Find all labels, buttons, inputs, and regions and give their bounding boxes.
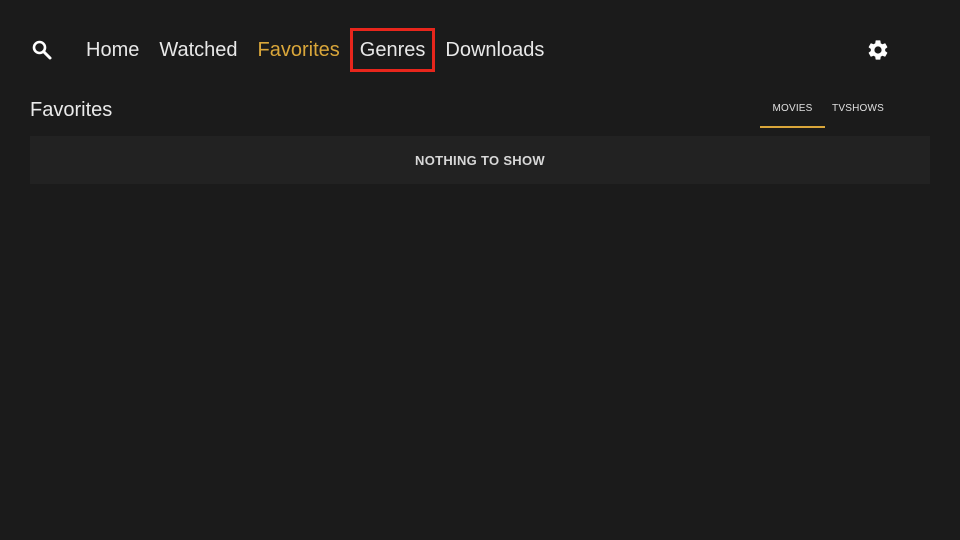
nav-item-watched[interactable]: Watched xyxy=(149,32,247,68)
search-button[interactable] xyxy=(30,38,54,62)
empty-state-panel: NOTHING TO SHOW xyxy=(30,136,930,184)
content-type-tabs: MOVIES TVSHOWS xyxy=(760,95,891,128)
top-navigation-bar: Home Watched Favorites Genres Downloads xyxy=(0,0,960,100)
nav-item-home[interactable]: Home xyxy=(76,32,149,68)
gear-icon xyxy=(868,40,888,60)
tab-tvshows[interactable]: TVSHOWS xyxy=(825,95,891,128)
nav-item-downloads[interactable]: Downloads xyxy=(435,32,554,68)
nav-item-favorites[interactable]: Favorites xyxy=(248,32,350,68)
search-icon xyxy=(32,40,52,60)
main-nav: Home Watched Favorites Genres Downloads xyxy=(76,28,554,72)
tab-movies[interactable]: MOVIES xyxy=(760,95,825,128)
page-title: Favorites xyxy=(30,99,113,121)
settings-button[interactable] xyxy=(866,38,890,62)
nav-item-genres[interactable]: Genres xyxy=(349,28,436,72)
empty-state-message: NOTHING TO SHOW xyxy=(415,152,545,168)
